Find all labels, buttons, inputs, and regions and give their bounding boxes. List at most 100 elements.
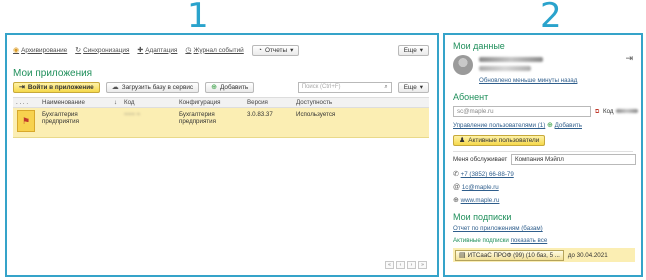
subscription-icon: ▤ bbox=[459, 251, 466, 259]
availability-cell: Используется bbox=[296, 111, 336, 118]
updated-link[interactable]: Обновлено меньше минуты назад bbox=[479, 77, 577, 84]
refresh-icon: ↻ bbox=[75, 46, 82, 54]
col-dots: . . . . bbox=[16, 99, 29, 106]
pager: « ‹ › » bbox=[385, 261, 427, 269]
email-icon: @ bbox=[453, 184, 461, 191]
login-icon: ⇥ bbox=[19, 83, 25, 91]
manage-users-row: Управление пользователями (1) ⊕ Добавить bbox=[453, 122, 582, 129]
clock-icon: ◷ bbox=[185, 46, 192, 54]
sort-icon: ↓ bbox=[113, 99, 117, 106]
plus-icon: ⊕ bbox=[211, 83, 217, 91]
users-icon: ♟ bbox=[459, 137, 466, 144]
search-input[interactable]: Поиск (Ctrl+F) ⌕ bbox=[297, 81, 392, 93]
top-toolbar: ◉ Архивирование ↻ Синхронизация ✚ Адаптация… bbox=[13, 43, 429, 57]
subscription-item: ▤ ИТСааС ПРОФ (99) (10 баз, 5 ... до 30.0… bbox=[453, 248, 635, 262]
subscription-button[interactable]: ▤ ИТСааС ПРОФ (99) (10 баз, 5 ... bbox=[455, 249, 564, 261]
config-cell: Бухгалтерия предприятия bbox=[176, 111, 244, 125]
add-label: Добавить bbox=[220, 83, 249, 91]
blurred-code bbox=[616, 109, 638, 113]
add-user-link[interactable]: Добавить bbox=[555, 122, 582, 129]
logout-icon[interactable]: ⇥ bbox=[625, 53, 633, 64]
panel-1-number: 1 bbox=[187, 0, 209, 36]
active-users-button[interactable]: ♟ Активные пользователи bbox=[453, 135, 546, 146]
top-more-button[interactable]: Еще ▾ bbox=[397, 44, 429, 56]
site-row: ⊕ www.maple.ru bbox=[453, 197, 499, 204]
col-name-label: Наименование bbox=[42, 99, 85, 106]
sync-label: Синхронизация bbox=[83, 46, 130, 54]
apps-more-button[interactable]: Еще ▾ bbox=[397, 81, 429, 93]
archive-link[interactable]: ◉ Архивирование bbox=[13, 47, 67, 54]
report-link[interactable]: Отчет по приложениям (базам) bbox=[453, 225, 543, 232]
col-name[interactable]: Наименование ↓ bbox=[39, 99, 121, 106]
name-line1: Бухгалтерия bbox=[42, 111, 78, 118]
search-icon: ⌕ bbox=[384, 83, 388, 90]
report-icon: ◔ bbox=[257, 46, 262, 54]
adapt-label: Адаптация bbox=[145, 46, 178, 54]
upload-db-button[interactable]: ☁ Загрузить базу в сервис bbox=[105, 81, 200, 93]
search-placeholder: Поиск (Ctrl+F) bbox=[301, 84, 341, 90]
subscriber-field[interactable]: sc@maple.ru bbox=[453, 106, 591, 117]
sync-link[interactable]: ↻ Синхронизация bbox=[75, 47, 129, 54]
globe-icon: ⊕ bbox=[453, 197, 459, 204]
manage-users-link[interactable]: Управление пользователями (1) bbox=[453, 122, 545, 129]
phone-icon: ✆ bbox=[453, 171, 459, 178]
site-link[interactable]: www.maple.ru bbox=[461, 197, 500, 204]
subscription-until: до 30.04.2021 bbox=[567, 251, 608, 259]
last-page-icon[interactable]: » bbox=[418, 261, 427, 269]
more-label: Еще bbox=[403, 83, 417, 91]
col-version[interactable]: Версия bbox=[244, 99, 293, 106]
active-subs-row: Активные подписки показать все bbox=[453, 237, 547, 244]
config-line1: Бухгалтерия bbox=[179, 111, 215, 118]
avatar bbox=[453, 55, 473, 75]
plus-icon: ⊕ bbox=[547, 122, 553, 129]
first-page-icon[interactable]: « bbox=[385, 261, 394, 269]
col-code[interactable]: Код bbox=[121, 99, 176, 106]
page-title: Мои приложения bbox=[13, 68, 93, 79]
reports-label: Отчеты bbox=[264, 46, 288, 54]
apps-toolbar: ⇥ Войти в приложение ☁ Загрузить базу в се… bbox=[13, 81, 429, 93]
copy-icon[interactable]: ⧉ bbox=[595, 108, 599, 116]
version-cell: 3.0.83.37 bbox=[247, 111, 273, 118]
login-label: Войти в приложение bbox=[27, 83, 94, 91]
active-users-label: Активные пользователи bbox=[468, 137, 540, 144]
my-applications-panel: ◉ Архивирование ↻ Синхронизация ✚ Адаптация… bbox=[5, 33, 439, 277]
name-line2: предприятия bbox=[42, 118, 79, 125]
adapt-icon: ✚ bbox=[137, 46, 144, 54]
more-label: Еще bbox=[403, 46, 417, 54]
next-page-icon[interactable]: › bbox=[407, 261, 416, 269]
code-cell: ~~~ ~ bbox=[124, 111, 141, 118]
dropdown-icon: ▾ bbox=[419, 47, 423, 54]
col-availability[interactable]: Доступность bbox=[293, 99, 429, 106]
name-cell: Бухгалтерия предприятия bbox=[39, 111, 121, 125]
phone-row: ✆ +7 (3852) 66-88-79 bbox=[453, 171, 514, 178]
journal-link[interactable]: ◷ Журнал событий bbox=[185, 47, 243, 54]
table-row[interactable]: ⚑ Бухгалтерия предприятия ~~~ ~ Бухгалтер… bbox=[13, 108, 429, 138]
table-header: . . . . Наименование ↓ Код Конфигурация В… bbox=[13, 97, 429, 108]
subscriber-title: Абонент bbox=[453, 92, 489, 102]
apps-table: . . . . Наименование ↓ Код Конфигурация В… bbox=[13, 97, 429, 138]
blurred-user-name bbox=[479, 57, 543, 62]
serves-field[interactable]: Компания Мэйпл bbox=[511, 154, 636, 165]
login-app-button[interactable]: ⇥ Войти в приложение bbox=[13, 81, 100, 93]
adapt-link[interactable]: ✚ Адаптация bbox=[137, 47, 177, 54]
active-subs-label: Активные подписки bbox=[453, 237, 509, 244]
divider bbox=[453, 151, 633, 152]
phone-link[interactable]: +7 (3852) 66-88-79 bbox=[461, 171, 514, 178]
archive-icon: ◉ bbox=[13, 46, 20, 54]
journal-label: Журнал событий bbox=[193, 46, 244, 54]
dropdown-icon: ▾ bbox=[290, 47, 294, 54]
panel-2-number: 2 bbox=[540, 0, 562, 36]
serves-label: Меня обслуживает bbox=[453, 156, 508, 163]
add-app-button[interactable]: ⊕ Добавить bbox=[205, 81, 255, 93]
email-row: @ 1c@maple.ru bbox=[453, 184, 499, 191]
prev-page-icon[interactable]: ‹ bbox=[396, 261, 405, 269]
app-icon: ⚑ bbox=[17, 110, 35, 132]
col-config[interactable]: Конфигурация bbox=[176, 99, 244, 106]
show-all-link[interactable]: показать все bbox=[511, 237, 548, 244]
reports-button[interactable]: ◔ Отчеты ▾ bbox=[251, 44, 300, 56]
cloud-upload-icon: ☁ bbox=[111, 83, 119, 91]
dropdown-icon: ▾ bbox=[419, 84, 423, 91]
my-data-panel: Мои данные ⇥ Обновлено меньше минуты наз… bbox=[443, 33, 643, 277]
upload-label: Загрузить базу в сервис bbox=[121, 83, 194, 91]
email-link[interactable]: 1c@maple.ru bbox=[462, 184, 499, 191]
